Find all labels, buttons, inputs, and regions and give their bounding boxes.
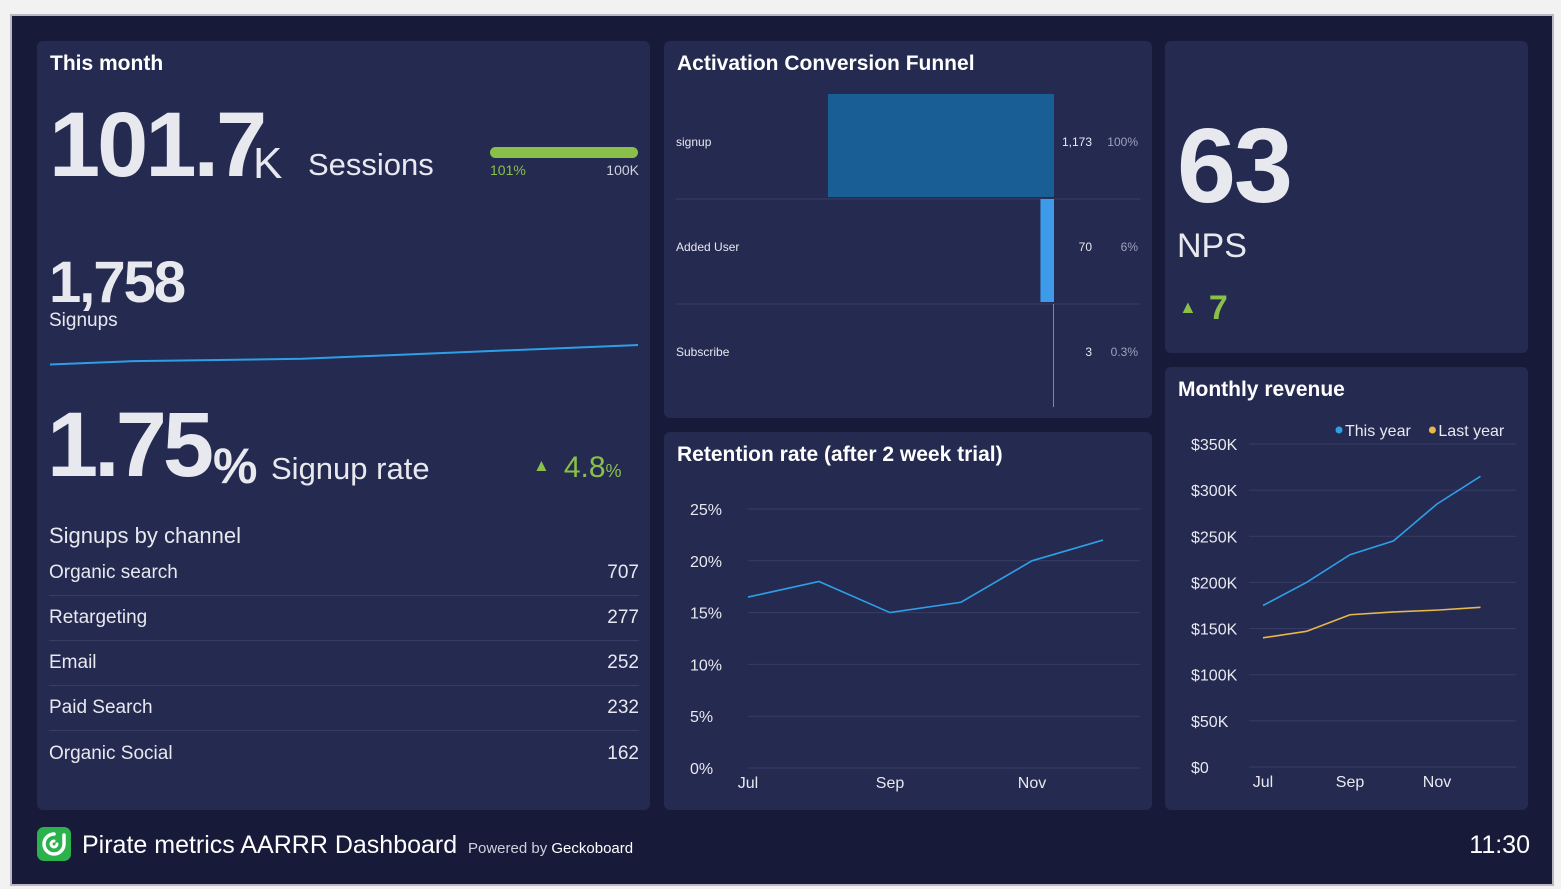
retention-title: Retention rate (after 2 week trial) — [677, 443, 1003, 466]
signup-rate-value: 1.75 — [47, 394, 214, 496]
channel-name: Paid Search — [49, 697, 153, 718]
series-line — [1262, 475, 1481, 607]
this-month-title: This month — [50, 52, 164, 75]
funnel-step-percent: 0.3% — [1111, 345, 1139, 359]
signup-rate-label: Signup rate — [271, 451, 430, 486]
geckoboard-logo-icon — [37, 827, 71, 861]
channel-value: 162 — [607, 742, 639, 764]
y-tick-label: $200K — [1191, 575, 1238, 592]
nps-value: 63 — [1177, 107, 1293, 225]
legend-label: Last year — [1438, 423, 1504, 440]
series-line — [747, 539, 1104, 614]
funnel-step-label: Added User — [676, 240, 739, 254]
legend-label: This year — [1345, 423, 1411, 440]
up-arrow-icon: ▲ — [1179, 297, 1197, 317]
channels-title: Signups by channel — [49, 523, 242, 548]
y-tick-label: $0 — [1191, 760, 1209, 777]
y-tick-label: 0% — [690, 761, 713, 778]
channel-row: Paid Search 232 — [49, 686, 639, 731]
funnel-step-label: signup — [676, 135, 712, 149]
x-tick-label: Sep — [1336, 774, 1365, 791]
channel-name: Organic Social — [49, 742, 173, 764]
y-tick-label: $300K — [1191, 483, 1238, 500]
legend-dot — [1428, 426, 1436, 434]
nps-label: NPS — [1177, 227, 1247, 265]
series-line — [1262, 606, 1481, 639]
channels-table: Organic search 707 Retargeting 277 Email… — [49, 551, 639, 776]
funnel-step-percent: 100% — [1107, 135, 1138, 149]
signups-value: 1,758 — [49, 250, 186, 315]
y-tick-label: 5% — [690, 709, 713, 726]
x-tick-label: Nov — [1018, 775, 1046, 792]
funnel-chart: signup 1,173 100% Added User 70 6% Subscribe 3 0… — [676, 94, 1140, 407]
powered-by-prefix: Powered by — [468, 840, 548, 857]
y-tick-label: $50K — [1191, 714, 1229, 731]
channel-row: Retargeting 277 — [49, 596, 639, 641]
funnel-step-count: 1,173 — [1062, 135, 1092, 149]
signups-trend-line — [49, 344, 639, 366]
funnel-bar — [828, 94, 1054, 197]
retention-chart: 25% 20% 15% 10% 5% 0% Jul Sep Nov — [690, 502, 1140, 792]
channel-name: Retargeting — [49, 607, 148, 628]
signup-rate-change-unit: % — [605, 461, 622, 481]
channel-row: Email 252 — [49, 641, 639, 686]
channel-row: Organic Social 162 — [49, 731, 639, 776]
y-tick-label: $150K — [1191, 622, 1238, 639]
y-tick-label: 15% — [690, 606, 722, 623]
x-tick-label: Sep — [876, 775, 905, 792]
funnel-step-count: 3 — [1085, 345, 1092, 359]
sessions-label: Sessions — [308, 147, 434, 182]
powered-by: Powered by Geckoboard — [468, 840, 633, 857]
channel-name: Email — [49, 652, 97, 673]
signups-sparkline — [49, 344, 639, 366]
powered-by-brand: Geckoboard — [551, 840, 634, 857]
channel-name: Organic search — [49, 562, 178, 583]
sessions-goal-bar — [490, 147, 638, 158]
funnel-title: Activation Conversion Funnel — [677, 52, 975, 75]
funnel-step-label: Subscribe — [676, 345, 730, 359]
x-tick-label: Jul — [1253, 774, 1273, 791]
sessions-goal-fill — [490, 147, 638, 158]
funnel-bar — [1040, 199, 1054, 302]
nps-change: ▲ 7 — [1179, 289, 1228, 328]
signup-rate-change-value: 4.8 — [563, 451, 606, 484]
funnel-bar — [1053, 304, 1054, 407]
channel-value: 252 — [607, 652, 639, 673]
sessions-goal-percent: 101% — [490, 162, 526, 178]
revenue-title: Monthly revenue — [1178, 378, 1345, 401]
sessions-goal-target: 100K — [606, 162, 639, 178]
sessions-unit: K — [253, 139, 283, 188]
funnel-step-percent: 6% — [1121, 240, 1139, 254]
dashboard-title: Pirate metrics AARRR Dashboard — [82, 831, 458, 859]
up-arrow-icon: ▲ — [533, 456, 550, 475]
nps-card: 63 NPS ▲ 7 — [1165, 41, 1528, 353]
signup-rate-unit: % — [213, 438, 258, 494]
funnel-card: signup 1,173 100% Added User 70 6% Subscribe 3 0… — [664, 41, 1152, 418]
signups-label: Signups — [49, 310, 118, 331]
sessions-value: 101.7 — [49, 94, 267, 196]
revenue-card: $350K $300K $250K $200K $150K $100K $50K $0 Jul S… — [1165, 367, 1528, 810]
clock: 11:30 — [1469, 831, 1530, 859]
y-tick-label: $350K — [1191, 437, 1238, 454]
y-tick-label: 20% — [690, 554, 722, 571]
y-tick-label: 25% — [690, 502, 722, 519]
channel-value: 707 — [607, 562, 639, 583]
x-tick-label: Nov — [1423, 774, 1451, 791]
y-tick-label: $250K — [1191, 529, 1238, 546]
x-tick-label: Jul — [738, 775, 758, 792]
legend-dot — [1335, 426, 1343, 434]
y-tick-label: 10% — [690, 657, 722, 674]
y-tick-label: $100K — [1191, 668, 1238, 685]
channel-value: 232 — [607, 697, 639, 718]
signup-rate-change: ▲ 4.8% — [533, 451, 622, 485]
funnel-step-count: 70 — [1079, 240, 1093, 254]
channel-row: Organic search 707 — [49, 551, 639, 596]
retention-card: 25% 20% 15% 10% 5% 0% Jul Sep Nov Retention rate… — [664, 432, 1152, 810]
this-month-card: This month 101.7 K Sessions 101% 100K 1,… — [37, 41, 650, 810]
channel-value: 277 — [607, 607, 639, 628]
nps-change-value: 7 — [1208, 289, 1228, 327]
revenue-chart: $350K $300K $250K $200K $150K $100K $50K $0 Jul S… — [1191, 423, 1516, 791]
